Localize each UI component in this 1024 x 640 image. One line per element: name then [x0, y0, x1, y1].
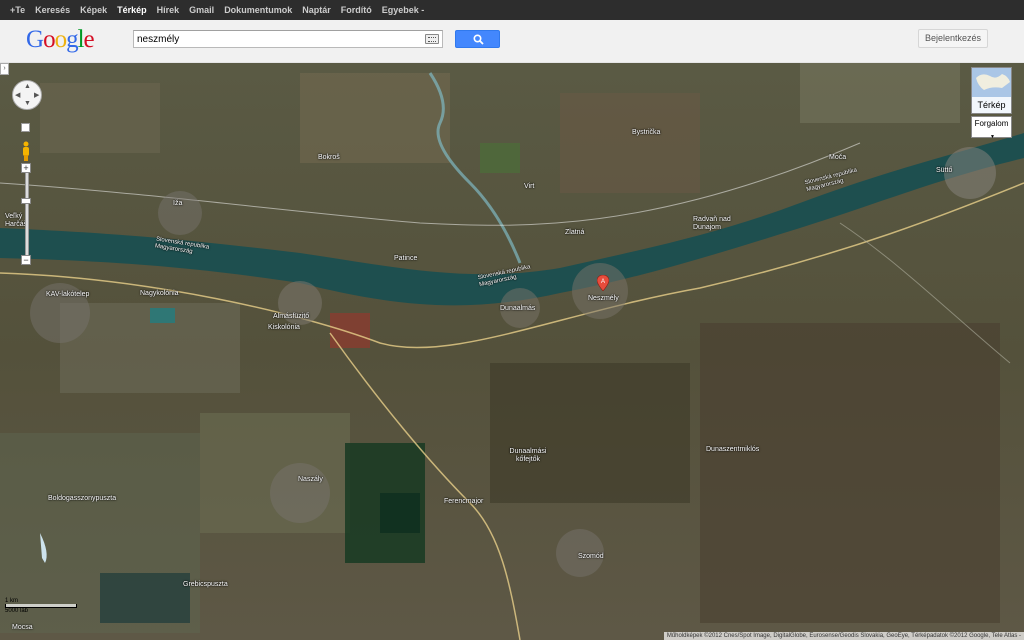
- place-label: Mocsa: [12, 624, 33, 631]
- zoom-in-button[interactable]: +: [21, 163, 31, 173]
- place-label: KAV-lakótelep: [46, 291, 90, 298]
- google-logo[interactable]: Google: [26, 26, 95, 54]
- pan-right-icon[interactable]: ▶: [34, 91, 39, 99]
- location-marker-icon[interactable]: A: [597, 275, 609, 291]
- place-label: Neszmély: [588, 295, 619, 302]
- search-box: [133, 30, 443, 48]
- side-panel-toggle[interactable]: ›: [0, 63, 9, 75]
- nav-more[interactable]: Egyebek -: [382, 5, 425, 15]
- zoom-slider[interactable]: [25, 167, 29, 259]
- map-type-toggle[interactable]: Térkép: [971, 67, 1012, 114]
- place-label: Grebicspuszta: [183, 581, 228, 588]
- place-label: Ferencmajor: [444, 498, 484, 505]
- copyright-notice: Műholdképek ©2012 Cnes/Spot Image, Digit…: [663, 632, 1024, 640]
- keyboard-icon[interactable]: [425, 34, 439, 44]
- top-navigation-bar: +Te Keresés Képek Térkép Hírek Gmail Dok…: [0, 0, 1024, 20]
- zoom-out-button[interactable]: −: [21, 255, 31, 265]
- pan-up-icon[interactable]: ▲: [24, 83, 31, 90]
- nav-gmail[interactable]: Gmail: [189, 5, 214, 15]
- zoom-handle[interactable]: [21, 198, 31, 204]
- place-label: Dunaalmási kőfejtők: [509, 448, 547, 463]
- place-label: Veľký Harčáš: [5, 213, 28, 228]
- place-label: Naszály: [298, 476, 323, 483]
- place-label: Szomód: [578, 553, 604, 560]
- place-label: Moča: [829, 154, 847, 161]
- traffic-label: Forgalom: [974, 119, 1009, 128]
- satellite-imagery: [0, 63, 1024, 640]
- nav-images[interactable]: Képek: [80, 5, 107, 15]
- place-label: Almásfüzitő: [273, 313, 310, 320]
- search-icon: [473, 34, 484, 45]
- nav-news[interactable]: Hírek: [157, 5, 180, 15]
- place-label: Iža: [173, 200, 183, 207]
- place-label: Bystrička: [632, 129, 661, 136]
- traffic-toggle[interactable]: Forgalom ▼: [971, 116, 1012, 140]
- nav-documents[interactable]: Dokumentumok: [224, 5, 292, 15]
- search-input[interactable]: [137, 32, 422, 46]
- satellite-map[interactable]: Slovenská republika Magyarország Slovens…: [0, 63, 1024, 640]
- nav-plus-you[interactable]: +Te: [10, 5, 25, 15]
- place-label: Bokroš: [318, 154, 340, 161]
- header: Google Bejelentkezés: [0, 20, 1024, 63]
- nav-translate[interactable]: Fordító: [341, 5, 372, 15]
- search-button[interactable]: [455, 30, 500, 48]
- place-label: Kiskolónia: [268, 324, 300, 331]
- place-label: Patince: [394, 255, 418, 262]
- scale-bar: 1 km 5000 láb: [5, 598, 77, 614]
- nav-calendar[interactable]: Naptár: [302, 5, 331, 15]
- place-label: Virt: [524, 183, 535, 190]
- scale-label-imperial: 5000 láb: [5, 608, 29, 614]
- place-label: Süttő: [936, 167, 953, 174]
- svg-text:A: A: [601, 279, 605, 285]
- zoom-home-button[interactable]: [21, 123, 30, 132]
- place-label: Radvaň nad Dunajom: [693, 216, 731, 231]
- pegman-icon[interactable]: [21, 141, 31, 161]
- nav-maps[interactable]: Térkép: [117, 5, 147, 15]
- nav-search[interactable]: Keresés: [35, 5, 70, 15]
- pan-left-icon[interactable]: ◀: [15, 91, 20, 99]
- place-label: Boldogasszonypuszta: [48, 495, 117, 502]
- place-label: Dunaalmás: [500, 305, 536, 312]
- place-label: Nagykolónia: [140, 290, 179, 297]
- place-label: Dunaszentmiklós: [706, 446, 760, 453]
- pan-down-icon[interactable]: ▼: [24, 100, 31, 107]
- place-label: Zlatná: [565, 229, 585, 236]
- map-type-label: Térkép: [972, 97, 1011, 113]
- signin-button[interactable]: Bejelentkezés: [918, 29, 988, 48]
- chevron-down-icon: ▼: [990, 134, 995, 140]
- pan-control[interactable]: ▲ ▼ ◀ ▶: [12, 80, 42, 110]
- map-thumbnail-icon: [972, 68, 1011, 100]
